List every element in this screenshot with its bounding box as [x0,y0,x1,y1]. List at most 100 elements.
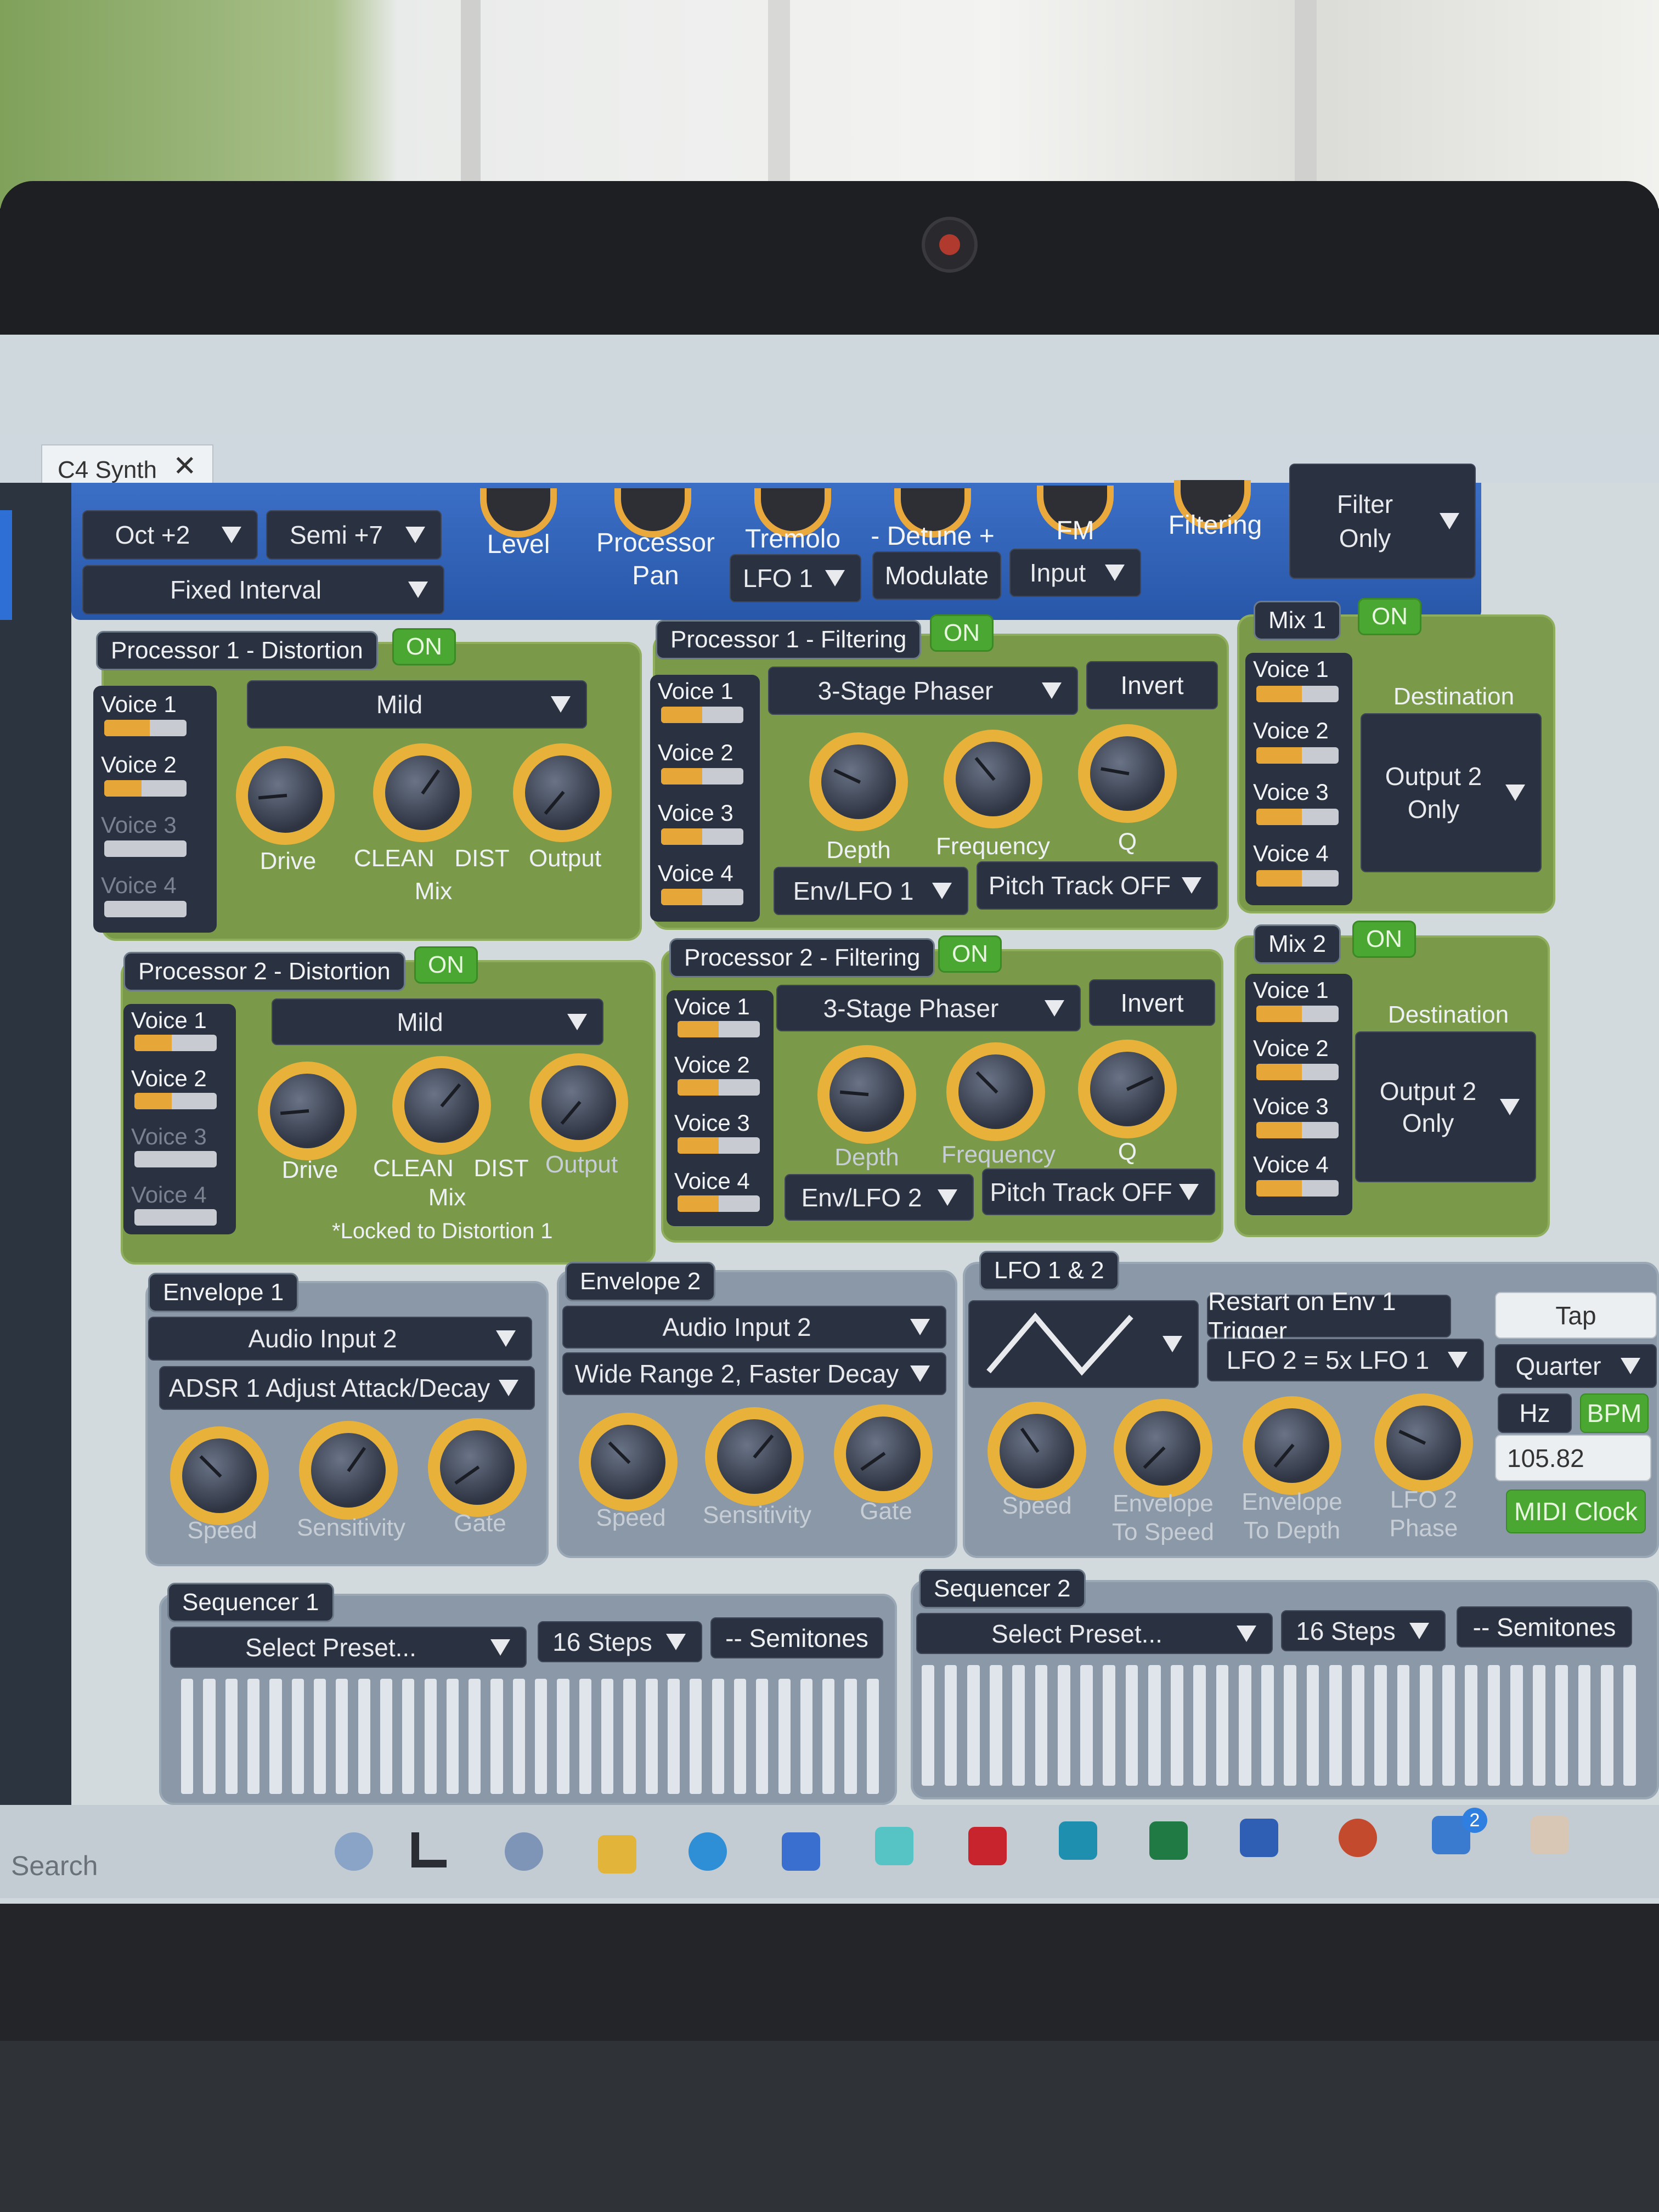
app-teal-l-icon[interactable] [875,1827,913,1865]
frequency-knob[interactable] [944,730,1042,828]
clean-dist-mix-knob[interactable] [392,1056,491,1155]
sequencer-step[interactable] [1012,1665,1025,1786]
sequencer-step[interactable] [1533,1665,1545,1786]
voice-1-bar[interactable] [678,1021,760,1037]
voice-3-bar[interactable] [661,828,743,845]
q-knob[interactable] [1078,724,1177,823]
lfo-2-ratio-dropdown[interactable]: LFO 2 = 5x LFO 1 [1207,1339,1484,1381]
taskbar-search[interactable]: Search [11,1850,98,1882]
sequencer-step[interactable] [1329,1665,1342,1786]
envelope-2-sensitivity-knob[interactable] [705,1407,804,1506]
envelope-to-depth-knob[interactable] [1243,1396,1341,1495]
voice-3-bar[interactable] [104,840,187,857]
sequencer-step[interactable] [402,1679,415,1794]
sequencer-step[interactable] [446,1679,459,1794]
sequencer-step[interactable] [922,1665,934,1786]
envelope-2-gate-knob[interactable] [834,1404,933,1503]
sequencer-step[interactable] [1442,1665,1455,1786]
sequencer-step[interactable] [225,1679,238,1794]
sequencer-step[interactable] [712,1679,724,1794]
lfo-speed-knob[interactable] [988,1402,1086,1500]
output-knob[interactable] [529,1053,628,1152]
excel-icon[interactable] [1149,1821,1188,1860]
voice-1-bar[interactable] [1256,686,1339,702]
sequencer-step[interactable] [269,1679,282,1794]
voice-3-bar[interactable] [134,1151,217,1167]
sequencer-step[interactable] [1057,1665,1070,1786]
mix-1-destination-dropdown[interactable]: Output 2 Only [1361,713,1542,872]
sequencer-step[interactable] [800,1679,812,1794]
frequency-knob[interactable] [946,1042,1045,1141]
envelope-2-speed-knob[interactable] [579,1413,678,1511]
hz-button[interactable]: Hz [1498,1393,1572,1433]
voice-4-bar[interactable] [1256,870,1339,887]
sequencer-step[interactable] [756,1679,769,1794]
envelope-2-mode-dropdown[interactable]: Wide Range 2, Faster Decay [562,1352,946,1395]
sequencer-step[interactable] [512,1679,525,1794]
envelope-2-source-dropdown[interactable]: Audio Input 2 [562,1306,946,1348]
sequencer-step[interactable] [1103,1665,1115,1786]
sequencer-step[interactable] [1193,1665,1206,1786]
sequencer-step[interactable] [291,1679,304,1794]
voice-4-bar[interactable] [104,901,187,917]
drive-knob[interactable] [236,746,335,845]
processor-1-pitch-track-dropdown[interactable]: Pitch Track OFF [977,861,1218,910]
octave-dropdown[interactable]: Oct +2 [82,510,258,560]
voice-4-bar[interactable] [661,889,743,905]
voice-1-bar[interactable] [661,707,743,723]
semitone-dropdown[interactable]: Semi +7 [266,510,442,560]
sequencer-step[interactable] [1171,1665,1183,1786]
sequencer-step[interactable] [424,1679,437,1794]
envelope-to-speed-knob[interactable] [1114,1399,1212,1498]
sequencer-step[interactable] [1487,1665,1500,1786]
word-icon[interactable] [1240,1819,1278,1857]
sequencer-step[interactable] [1306,1665,1319,1786]
mix-2-destination-dropdown[interactable]: Output 2 Only [1355,1031,1536,1182]
sequencer-step[interactable] [990,1665,1002,1786]
sequencer-2-semitones-button[interactable]: -- Semitones [1457,1606,1632,1647]
processor-2-pitch-track-dropdown[interactable]: Pitch Track OFF [982,1169,1215,1215]
processor-2-distortion-type-dropdown[interactable]: Mild [272,998,603,1045]
sequencer-step[interactable] [1510,1665,1523,1786]
output-knob[interactable] [513,743,612,842]
sequencer-step[interactable] [1035,1665,1048,1786]
midi-clock-button[interactable]: MIDI Clock [1506,1489,1646,1533]
sequencer-step[interactable] [490,1679,503,1794]
mcafee-icon[interactable] [968,1827,1007,1865]
sequencer-step[interactable] [203,1679,216,1794]
sequencer-step[interactable] [579,1679,591,1794]
modulate-button[interactable]: Modulate [872,551,1001,600]
envelope-1-speed-knob[interactable] [170,1426,269,1525]
app-l-icon[interactable] [411,1832,447,1867]
app-circle-icon[interactable] [1059,1821,1097,1860]
sequencer-step[interactable] [623,1679,636,1794]
sequencer-step[interactable] [313,1679,326,1794]
sequencer-step[interactable] [535,1679,548,1794]
sequencer-step[interactable] [1261,1665,1274,1786]
sequencer-1-steps-dropdown[interactable]: 16 Steps [538,1621,702,1662]
lfo-waveform-dropdown[interactable] [968,1300,1199,1388]
voice-4-bar[interactable] [678,1195,760,1212]
depth-knob[interactable] [809,732,908,831]
chat-icon[interactable] [505,1832,543,1871]
sequencer-step[interactable] [1216,1665,1229,1786]
sequencer-step[interactable] [1397,1665,1410,1786]
sequencer-step[interactable] [1600,1665,1613,1786]
sequencer-step[interactable] [181,1679,194,1794]
voice-1-bar[interactable] [1256,1006,1339,1022]
voice-2-bar[interactable] [1256,747,1339,764]
voice-1-bar[interactable] [104,720,187,736]
sequencer-step[interactable] [822,1679,835,1794]
sequencer-step[interactable] [1352,1665,1364,1786]
tempo-division-dropdown[interactable]: Quarter [1495,1344,1657,1388]
powerpoint-icon[interactable] [1339,1819,1377,1857]
bpm-button[interactable]: BPM [1580,1393,1649,1433]
processor-1-invert-button[interactable]: Invert [1086,661,1218,709]
sequencer-1-semitones-button[interactable]: -- Semitones [710,1617,883,1658]
sequencer-step[interactable] [1374,1665,1387,1786]
sequencer-1-preset-dropdown[interactable]: Select Preset... [170,1627,527,1668]
voice-4-bar[interactable] [1256,1180,1339,1197]
q-knob[interactable] [1078,1040,1177,1138]
sequencer-step[interactable] [844,1679,857,1794]
processor-2-invert-button[interactable]: Invert [1089,979,1215,1026]
